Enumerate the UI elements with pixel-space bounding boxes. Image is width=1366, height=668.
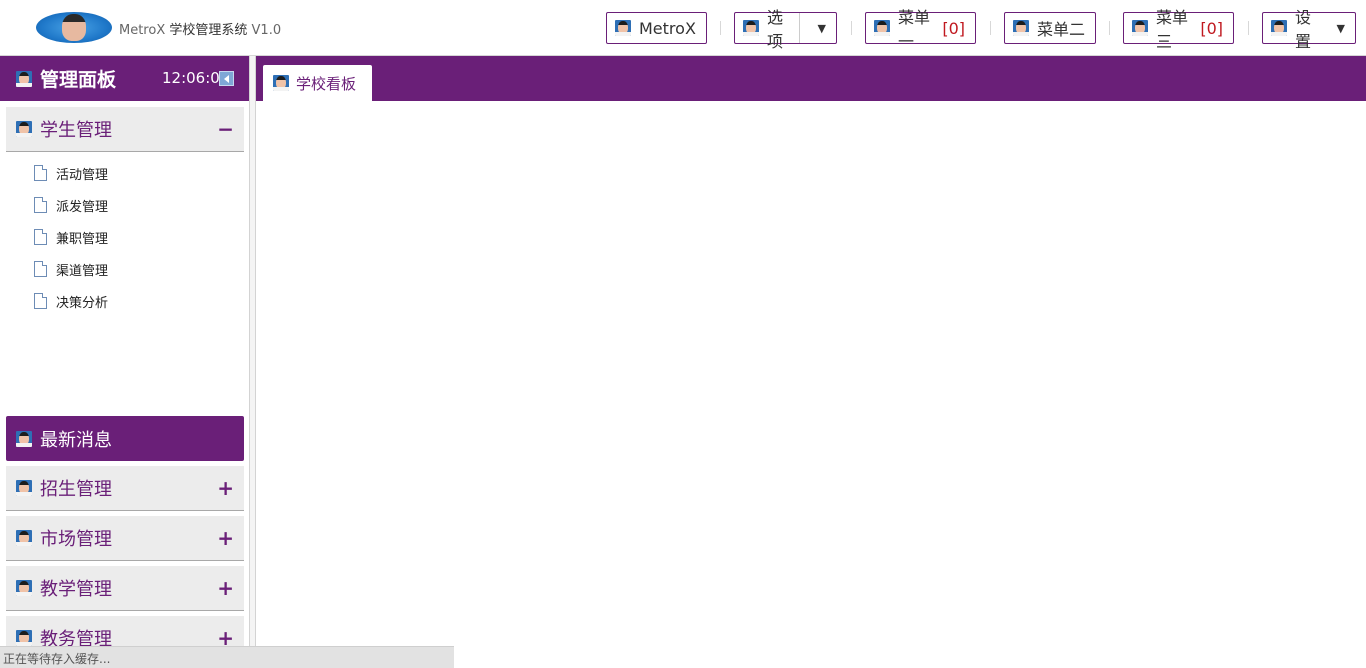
avatar-icon [273, 75, 289, 91]
divider [851, 21, 852, 35]
app-version: V1.0 [251, 23, 282, 38]
submenu-item-label: 渠道管理 [56, 263, 109, 279]
divider [990, 21, 991, 35]
menu-three-count: [0] [1200, 18, 1223, 38]
divider [1248, 21, 1249, 35]
avatar-icon [16, 70, 32, 87]
group-label: 学生管理 [40, 120, 112, 141]
expand-icon[interactable]: + [217, 576, 234, 600]
submenu-item-label: 活动管理 [56, 167, 109, 183]
group-label: 教学管理 [40, 579, 112, 600]
sidebar-header: 管理面板 12:06:07 [0, 56, 249, 101]
avatar-icon [16, 480, 32, 496]
avatar-icon [16, 121, 32, 137]
menu-three-label: 菜单三 [1156, 8, 1189, 51]
collapse-left-icon[interactable] [219, 71, 234, 86]
student-submenu: 活动管理 派发管理 兼职管理 渠道管理 决策分析 [34, 157, 108, 317]
top-header: MetroX 学校管理系统 V1.0 MetroX 选项 ▼ 菜单一 [0] 菜单… [0, 0, 1366, 56]
submenu-item-label: 兼职管理 [56, 231, 109, 247]
main-content [256, 101, 1366, 668]
avatar-icon [16, 580, 32, 596]
avatar-icon [16, 430, 32, 447]
file-icon [34, 261, 47, 277]
submenu-item-label: 派发管理 [56, 199, 109, 215]
submenu-item-label: 决策分析 [56, 295, 109, 311]
submenu-item-decision[interactable]: 决策分析 [34, 285, 108, 317]
settings-label: 设置 [1295, 8, 1312, 51]
app-title: MetroX 学校管理系统 V1.0 [119, 19, 281, 38]
menu-two-button[interactable]: 菜单二 [1004, 12, 1096, 44]
group-enrollment[interactable]: 招生管理 + [6, 466, 244, 511]
collapse-icon[interactable]: − [217, 117, 234, 141]
app-name: MetroX [119, 23, 166, 38]
avatar-icon [615, 20, 631, 36]
options-label: 选项 [767, 8, 784, 51]
menu-one-count: [0] [942, 18, 965, 38]
metrox-button-label: MetroX [639, 18, 696, 38]
divider [720, 21, 721, 35]
group-teaching[interactable]: 教学管理 + [6, 566, 244, 611]
submenu-item-activity[interactable]: 活动管理 [34, 157, 108, 189]
avatar-icon [874, 20, 890, 36]
submenu-item-channel[interactable]: 渠道管理 [34, 253, 108, 285]
avatar-icon [16, 530, 32, 546]
group-student-management[interactable]: 学生管理 − [6, 107, 244, 152]
group-marketing[interactable]: 市场管理 + [6, 516, 244, 561]
tab-label: 学校看板 [296, 74, 357, 93]
tab-school-dashboard[interactable]: 学校看板 [263, 65, 372, 101]
split-divider [798, 13, 800, 43]
expand-icon[interactable]: + [217, 526, 234, 550]
group-label: 市场管理 [40, 529, 112, 550]
submenu-item-dispatch[interactable]: 派发管理 [34, 189, 108, 221]
app-logo [36, 12, 112, 43]
menu-three-button[interactable]: 菜单三 [0] [1123, 8, 1234, 51]
sidebar-title: 管理面板 [40, 69, 117, 91]
file-icon [34, 229, 47, 245]
sidebar: 管理面板 12:06:07 学生管理 − 活动管理 派发管理 兼职管理 渠道管理… [0, 56, 250, 668]
status-text: 正在等待存入缓存... [3, 652, 111, 666]
metrox-button[interactable]: MetroX [606, 12, 707, 44]
options-dropdown[interactable]: 选项 ▼ [734, 8, 837, 51]
chevron-down-icon: ▼ [1336, 21, 1345, 35]
file-icon [34, 197, 47, 213]
menu-one-button[interactable]: 菜单一 [0] [865, 8, 976, 51]
status-bar: 正在等待存入缓存... [0, 646, 454, 668]
app-title-cn: 学校管理系统 [169, 23, 248, 38]
group-label: 招生管理 [40, 479, 112, 500]
expand-icon[interactable]: + [217, 476, 234, 500]
chevron-down-icon[interactable]: ▼ [818, 22, 826, 35]
file-icon [34, 165, 47, 181]
avatar-icon [1271, 20, 1287, 36]
group-label: 最新消息 [40, 429, 112, 451]
settings-dropdown[interactable]: 设置 ▼ [1262, 8, 1356, 51]
avatar-icon [1013, 20, 1029, 36]
file-icon [34, 293, 47, 309]
tab-bar: 学校看板 [256, 56, 1366, 101]
group-latest-news[interactable]: 最新消息 [6, 416, 244, 461]
menu-two-label: 菜单二 [1037, 20, 1086, 39]
avatar-icon [743, 20, 759, 36]
divider [1109, 21, 1110, 35]
submenu-item-parttime[interactable]: 兼职管理 [34, 221, 108, 253]
avatar-icon [1132, 20, 1148, 36]
avatar-icon [16, 630, 32, 646]
menu-one-label: 菜单一 [898, 8, 931, 51]
